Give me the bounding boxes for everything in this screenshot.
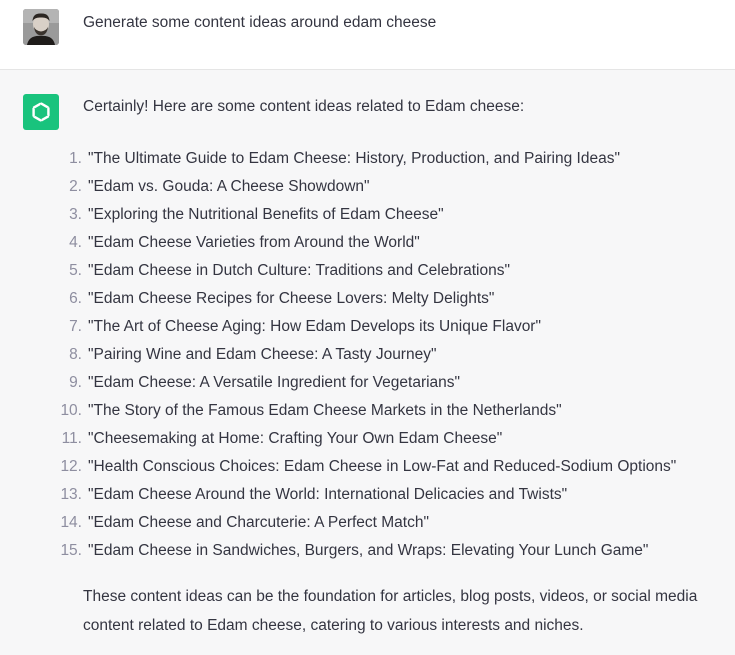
- list-item-text: "Edam Cheese in Sandwiches, Burgers, and…: [88, 542, 649, 559]
- list-item-number: 3.: [69, 206, 82, 223]
- list-item-number: 8.: [69, 346, 82, 363]
- list-item: 14. "Edam Cheese and Charcuterie: A Perfe…: [52, 509, 676, 537]
- list-item-text: "The Story of the Famous Edam Cheese Mar…: [88, 402, 562, 419]
- list-item-text: "The Art of Cheese Aging: How Edam Devel…: [88, 318, 541, 335]
- list-item-text: "The Ultimate Guide to Edam Cheese: Hist…: [88, 150, 620, 167]
- assistant-intro-text: Certainly! Here are some content ideas r…: [83, 98, 525, 115]
- list-item: 10. "The Story of the Famous Edam Cheese …: [52, 397, 676, 425]
- list-item-text: "Cheesemaking at Home: Crafting Your Own…: [88, 430, 503, 447]
- openai-logo-icon: [23, 94, 59, 130]
- assistant-outro-text: These content ideas can be the foundatio…: [83, 588, 698, 634]
- list-item-number: 11.: [61, 430, 82, 447]
- list-item-text: "Edam Cheese Recipes for Cheese Lovers: …: [88, 290, 495, 307]
- list-item: 6. "Edam Cheese Recipes for Cheese Lovers…: [52, 285, 676, 313]
- list-item-number: 12.: [60, 458, 82, 475]
- list-item: 1. "The Ultimate Guide to Edam Cheese: Hi…: [52, 145, 676, 173]
- list-item: 11. "Cheesemaking at Home: Crafting Your …: [52, 425, 676, 453]
- list-item-text: "Edam Cheese Varieties from Around the W…: [88, 234, 420, 251]
- list-item: 3. "Exploring the Nutritional Benefits of…: [52, 201, 676, 229]
- list-item-number: 10.: [60, 402, 82, 419]
- list-item-number: 14.: [60, 514, 82, 531]
- list-item: 7. "The Art of Cheese Aging: How Edam Dev…: [52, 313, 676, 341]
- list-item-number: 5.: [69, 262, 82, 279]
- list-item: 2. "Edam vs. Gouda: A Cheese Showdown": [52, 173, 676, 201]
- list-item-text: "Exploring the Nutritional Benefits of E…: [88, 206, 444, 223]
- user-message-row: Generate some content ideas around edam …: [0, 0, 735, 70]
- list-item: 4. "Edam Cheese Varieties from Around the…: [52, 229, 676, 257]
- list-item: 15. "Edam Cheese in Sandwiches, Burgers, …: [52, 537, 676, 565]
- list-item-number: 15.: [60, 542, 82, 559]
- user-avatar-photo: [23, 9, 59, 45]
- list-item-text: "Edam vs. Gouda: A Cheese Showdown": [88, 178, 370, 195]
- list-item-number: 1.: [69, 150, 82, 167]
- list-item-number: 7.: [69, 318, 82, 335]
- assistant-message-row: Certainly! Here are some content ideas r…: [0, 70, 735, 655]
- list-item-number: 6.: [69, 290, 82, 307]
- list-item-text: "Edam Cheese and Charcuterie: A Perfect …: [88, 514, 429, 531]
- list-item-text: "Edam Cheese: A Versatile Ingredient for…: [88, 374, 461, 391]
- list-item-number: 9.: [69, 374, 82, 391]
- content-ideas-list: 1. "The Ultimate Guide to Edam Cheese: Hi…: [52, 145, 676, 565]
- user-message-text: Generate some content ideas around edam …: [83, 14, 437, 31]
- list-item-text: "Pairing Wine and Edam Cheese: A Tasty J…: [88, 346, 437, 363]
- list-item-number: 4.: [69, 234, 82, 251]
- list-item-text: "Edam Cheese in Dutch Culture: Tradition…: [88, 262, 510, 279]
- list-item-text: "Health Conscious Choices: Edam Cheese i…: [88, 458, 677, 475]
- list-item-number: 2.: [69, 178, 82, 195]
- user-avatar: [23, 9, 59, 45]
- list-item: 8. "Pairing Wine and Edam Cheese: A Tasty…: [52, 341, 676, 369]
- list-item: 9. "Edam Cheese: A Versatile Ingredient f…: [52, 369, 676, 397]
- list-item: 5. "Edam Cheese in Dutch Culture: Traditi…: [52, 257, 676, 285]
- list-item: 13. "Edam Cheese Around the World: Intern…: [52, 481, 676, 509]
- list-item-text: "Edam Cheese Around the World: Internati…: [88, 486, 568, 503]
- list-item: 12. "Health Conscious Choices: Edam Chees…: [52, 453, 676, 481]
- list-item-number: 13.: [60, 486, 82, 503]
